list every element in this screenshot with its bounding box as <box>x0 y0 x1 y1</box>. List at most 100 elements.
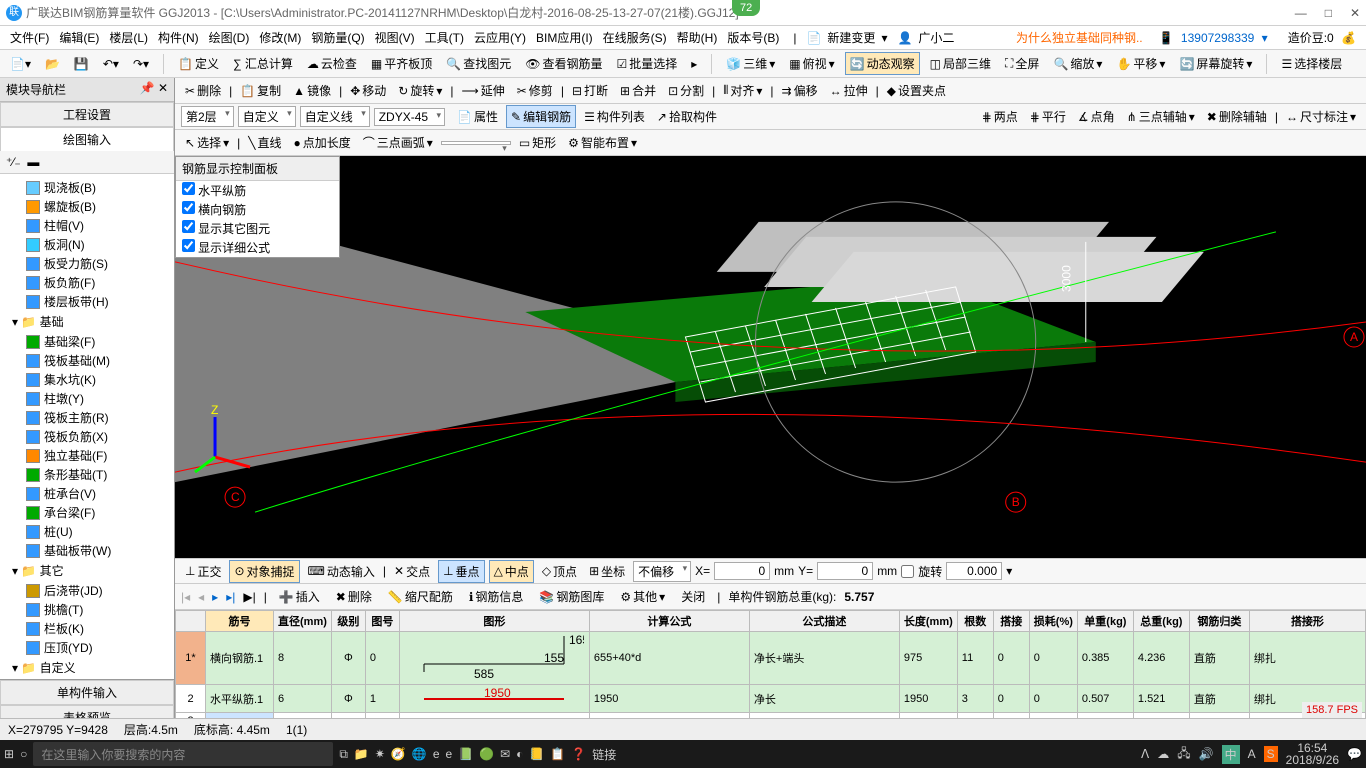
dynamic-view-button[interactable]: 🔄 动态观察 <box>845 52 920 75</box>
arc-combo[interactable] <box>441 141 511 145</box>
notice-link[interactable]: 为什么独立基础同种钢.. <box>1012 27 1147 48</box>
task-link[interactable]: 链接 <box>592 746 616 763</box>
rotate-button[interactable]: ↻ 旋转 ▾ <box>394 80 446 101</box>
view-3d-button[interactable]: 🧊 三维 ▾ <box>722 53 779 74</box>
open-icon[interactable]: 📂 <box>41 55 64 73</box>
cloud-check-button[interactable]: ☁ 云检查 <box>303 53 361 74</box>
close-button[interactable]: ✕ <box>1350 6 1360 20</box>
menu-modify[interactable]: 修改(M) <box>255 27 305 48</box>
category-combo[interactable]: 自定义 <box>238 106 296 127</box>
user-button[interactable]: 👤 广小二 <box>893 25 962 50</box>
nav-run-icon[interactable]: ▶| <box>243 590 255 604</box>
snap-mid[interactable]: △ 中点 <box>489 560 534 583</box>
pick-button[interactable]: ↗ 拾取构件 <box>653 106 721 127</box>
select-button[interactable]: ↖ 选择 ▾ <box>181 132 233 153</box>
x-input[interactable] <box>714 562 770 580</box>
local-3d-button[interactable]: ◫ 局部三维 <box>926 53 995 74</box>
menu-help[interactable]: 帮助(H) <box>673 27 722 48</box>
line-button[interactable]: ╲ 直线 <box>244 132 285 153</box>
edit-rebar-button[interactable]: ✎ 编辑钢筋 <box>506 105 576 128</box>
component-list-button[interactable]: ☰ 构件列表 <box>580 106 649 127</box>
arc-button[interactable]: ⌒ 三点画弧 ▾ <box>359 132 437 153</box>
task-app-icon[interactable]: 📋 <box>550 747 565 761</box>
close-data-button[interactable]: 关闭 <box>677 586 709 607</box>
nav-next-icon[interactable]: ▸ <box>212 590 218 604</box>
task-app-icon[interactable]: ❓ <box>571 747 586 761</box>
point-length-button[interactable]: ● 点加长度 <box>289 132 354 153</box>
task-app-icon[interactable]: 🧭 <box>391 747 406 761</box>
attr-button[interactable]: 📄 属性 <box>453 106 502 127</box>
find-element-button[interactable]: 🔍 查找图元 <box>442 53 515 74</box>
menu-edit[interactable]: 编辑(E) <box>55 27 103 48</box>
aux-parallel[interactable]: ⋕ 平行 <box>1026 106 1070 127</box>
row-delete-button[interactable]: ✖ 删除 <box>332 586 376 607</box>
tray-vol-icon[interactable]: 🔊 <box>1199 747 1214 761</box>
clock-date[interactable]: 2018/9/26 <box>1286 754 1339 766</box>
menu-view[interactable]: 视图(V) <box>371 27 419 48</box>
rebar-info-button[interactable]: ℹ 钢筋信息 <box>465 586 528 607</box>
aux-ptangle[interactable]: ∡ 点角 <box>1074 106 1119 127</box>
fullscreen-button[interactable]: ⛶ 全屏 <box>1001 53 1043 74</box>
menu-draw[interactable]: 绘图(D) <box>205 27 254 48</box>
rotate-input[interactable] <box>946 562 1002 580</box>
menu-rebar[interactable]: 钢筋量(Q) <box>307 27 368 48</box>
undo-icon[interactable]: ↶▾ <box>99 55 123 73</box>
offset-button[interactable]: ⇉ 偏移 <box>778 80 822 101</box>
code-combo[interactable]: ZDYX-45 <box>374 108 445 126</box>
scale-button[interactable]: 📏 缩尺配筋 <box>384 586 457 607</box>
expand-icon[interactable]: ⁺⁄₋ <box>6 155 21 169</box>
osnap-button[interactable]: ⊙ 对象捕捉 <box>229 560 299 583</box>
tree-group-custom[interactable]: ▾ 📁 自定义 <box>4 657 170 678</box>
tab-project-setting[interactable]: 工程设置 <box>0 102 174 127</box>
rect-button[interactable]: ▭ 矩形 <box>515 132 560 153</box>
aux-2pt[interactable]: ⋕ 两点 <box>978 106 1022 127</box>
other-button[interactable]: ⚙ 其他 ▾ <box>616 586 669 607</box>
ortho-button[interactable]: ⊥ 正交 <box>181 561 225 582</box>
insert-button[interactable]: ➕ 插入 <box>275 586 324 607</box>
menu-tool[interactable]: 工具(T) <box>421 27 468 48</box>
maximize-button[interactable]: □ <box>1325 6 1332 20</box>
split-button[interactable]: ⊡ 分割 <box>664 80 708 101</box>
menu-version[interactable]: 版本号(B) <box>723 27 783 48</box>
aux-3pt[interactable]: ⋔ 三点辅轴 ▾ <box>1123 106 1199 127</box>
start-button[interactable]: ⊞ <box>4 747 14 761</box>
notification-icon[interactable]: 💬 <box>1347 747 1362 761</box>
cortana-icon[interactable]: ○ <box>20 747 27 761</box>
tab-draw-input[interactable]: 绘图输入 <box>0 127 174 151</box>
linetype-combo[interactable]: 自定义线 <box>300 106 370 127</box>
rebar-lib-button[interactable]: 📚 钢筋图库 <box>535 586 608 607</box>
break-button[interactable]: ⊟ 打断 <box>568 80 612 101</box>
minimize-button[interactable]: — <box>1295 6 1307 20</box>
zoom-button[interactable]: 🔍 缩放 ▾ <box>1049 53 1106 74</box>
snap-cross[interactable]: ✕ 交点 <box>390 561 434 582</box>
batch-select-button[interactable]: ☑ 批量选择 <box>612 53 681 74</box>
snap-coord[interactable]: ⊞ 坐标 <box>585 561 629 582</box>
collapse-icon[interactable]: ▬ <box>27 155 39 169</box>
rebar-grid[interactable]: 筋号 直径(mm) 级别 图号 图形 计算公式 公式描述 长度(mm) 根数 搭… <box>175 610 1366 730</box>
align-button[interactable]: ⫴ 对齐 ▾ <box>719 80 766 101</box>
snap-end[interactable]: ◇ 顶点 <box>538 561 581 582</box>
task-app-icon[interactable]: 📒 <box>529 747 544 761</box>
y-input[interactable] <box>817 562 873 580</box>
3d-viewport[interactable]: 钢筋显示控制面板 水平纵筋 横向钢筋 显示其它图元 显示详细公式 <box>175 156 1366 558</box>
arrow-icon[interactable]: ▸ <box>687 55 701 73</box>
view-rebar-button[interactable]: 👁 查看钢筋量 <box>521 53 606 74</box>
top-view-button[interactable]: ▦ 俯视 ▾ <box>785 53 838 74</box>
smart-layout-button[interactable]: ⚙ 智能布置 ▾ <box>564 132 641 153</box>
stretch-button[interactable]: ↔ 拉伸 <box>826 80 872 101</box>
menu-floor[interactable]: 楼层(L) <box>105 27 152 48</box>
new-change-button[interactable]: 📄 新建变更 ▾ <box>802 25 891 50</box>
trim-button[interactable]: ✂ 修剪 <box>513 80 557 101</box>
tray-net-icon[interactable]: 🖧 <box>1177 744 1190 765</box>
snap-perp[interactable]: ⊥ 垂点 <box>438 560 484 583</box>
task-app-icon[interactable]: ✉ <box>500 747 510 761</box>
save-icon[interactable]: 💾 <box>70 55 93 73</box>
floor-combo[interactable]: 第2层 <box>181 106 234 127</box>
task-app-icon[interactable]: e <box>433 747 440 761</box>
nav-prev-icon[interactable]: ◂ <box>198 590 204 604</box>
panel-close-icon[interactable]: ✕ <box>158 81 168 95</box>
copy-button[interactable]: 📋 复制 <box>236 80 285 101</box>
extend-button[interactable]: ⟶ 延伸 <box>458 80 509 101</box>
menu-component[interactable]: 构件(N) <box>154 27 203 48</box>
tree-group-other[interactable]: ▾ 📁 其它 <box>4 560 170 581</box>
